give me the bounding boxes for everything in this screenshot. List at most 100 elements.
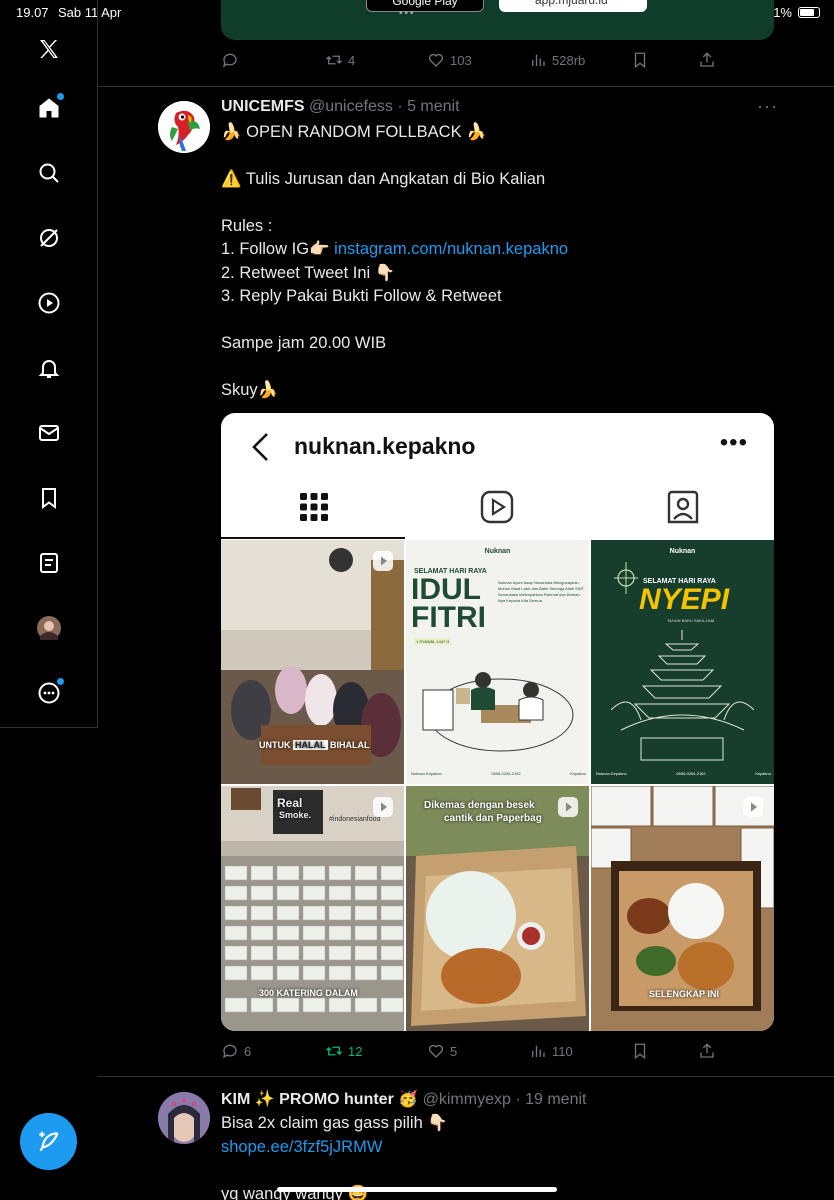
tweet-line-4-prefix: 1. Follow IG👉🏻 <box>221 240 335 258</box>
author-name[interactable]: UNICEMFS <box>221 98 305 115</box>
tweet-divider <box>98 86 834 87</box>
tile2-footer: Nuknan.Kepakno 0856-0254-2162 Kepakno <box>411 771 586 776</box>
reel-indicator-icon <box>373 797 393 817</box>
x-logo-icon[interactable] <box>36 36 62 62</box>
author-handle[interactable]: @unicefess <box>309 98 393 115</box>
tile1-caption-b: HALAL <box>293 740 328 750</box>
prev-like-button[interactable]: 103 <box>427 51 472 69</box>
ig-post-halal-bihalal[interactable]: UNTUK HALAL BIHALAL <box>221 540 404 784</box>
tweet-time[interactable]: · 5 menit <box>397 98 459 115</box>
lists-icon[interactable] <box>36 550 62 576</box>
ig-post-selengkap[interactable]: SELENGKAP INI <box>591 786 774 1031</box>
ig-post-nyepi[interactable]: Nuknan SELAMAT HARI RAYA NYEPI TAHUN BAR… <box>591 540 774 784</box>
tweet-divider <box>98 1076 834 1077</box>
compose-button[interactable] <box>20 1113 77 1170</box>
views-chart-icon <box>532 54 545 66</box>
reply-icon <box>222 1044 237 1059</box>
tile3-brand: Nuknan <box>669 548 696 555</box>
home-icon[interactable] <box>36 93 64 121</box>
retweet-button[interactable]: 12 <box>325 1042 362 1060</box>
tagged-icon <box>667 490 699 524</box>
home-notification-dot <box>57 93 64 100</box>
more-options-icon[interactable] <box>36 678 64 706</box>
bookmarks-icon[interactable] <box>36 485 62 511</box>
prev-like-count: 103 <box>450 52 472 68</box>
notifications-bell-icon[interactable] <box>36 355 62 381</box>
tweet2-line-1: Bisa 2x claim gas gass pilih 👇🏻 <box>221 1114 448 1132</box>
compose-feather-icon <box>38 1131 59 1151</box>
more-notification-dot <box>57 678 64 685</box>
app-link-badge[interactable]: app.mjuaru.id <box>499 0 647 12</box>
kim-avatar[interactable] <box>158 1092 210 1144</box>
reel-indicator-icon <box>373 551 393 571</box>
heart-icon <box>428 53 444 67</box>
bookmark-icon <box>634 52 646 69</box>
tweet-line-5: 2. Retweet Tweet Ini 👇🏻 <box>221 264 396 282</box>
tweet-line-6: 3. Reply Pakai Bukti Follow & Retweet <box>221 287 502 305</box>
ig-post-katering[interactable]: Real Smoke. #indonesianfood 300 KATERING… <box>221 786 404 1031</box>
reel-indicator-icon <box>558 797 578 817</box>
tweet-line-1: 🍌 OPEN RANDOM FOLLBACK 🍌 <box>221 123 487 141</box>
ig-post-idul-fitri[interactable]: Nuknan SELAMAT HARI RAYA IDUL FITRI 1 SY… <box>406 540 589 784</box>
view-count: 110 <box>552 1043 573 1059</box>
carousel-dots: ••• <box>399 8 416 19</box>
tile4-caption: 300 KATERING DALAM <box>259 988 358 998</box>
battery-icon <box>798 6 820 18</box>
tile3-footer-phone: 0856-0254-2162 <box>676 771 706 776</box>
prev-reply-button[interactable] <box>221 51 239 69</box>
bookmark-button[interactable] <box>631 1042 649 1060</box>
home-indicator[interactable] <box>277 1187 557 1192</box>
prev-bookmark-button[interactable] <box>631 51 649 69</box>
ig-header: nuknan.kepakno ••• <box>221 413 774 479</box>
share-icon <box>700 1043 714 1058</box>
prev-retweet-button[interactable]: 4 <box>325 51 355 69</box>
ig-more-icon: ••• <box>719 429 748 456</box>
instagram-link[interactable]: instagram.com/nuknan.kepakno <box>334 240 568 258</box>
tile3-footer-ig: Nuknan.Kepakno <box>596 771 627 776</box>
tweet-line-4: 1. Follow IG👉🏻 instagram.com/nuknan.kepa… <box>221 238 568 262</box>
tile2-footer-ig: Nuknan.Kepakno <box>411 771 442 776</box>
active-tab-underline <box>221 537 405 539</box>
search-icon[interactable] <box>36 160 62 186</box>
tweet-line-8: Skuy🍌 <box>221 381 279 399</box>
ig-post-besek[interactable]: Dikemas dengan besek cantik dan Paperbag <box>406 786 589 1031</box>
like-button[interactable]: 5 <box>427 1042 457 1060</box>
tile3-flower-ornament <box>614 562 638 594</box>
tweet2-author-name[interactable]: KIM ✨ PROMO hunter 🥳 <box>221 1091 418 1108</box>
previous-tweet-media[interactable]: Google Play ••• app.mjuaru.id <box>221 0 774 40</box>
like-count: 5 <box>450 1043 458 1059</box>
messages-envelope-icon[interactable] <box>36 420 62 446</box>
views-button[interactable]: 110 <box>529 1042 573 1060</box>
shopee-link[interactable]: shope.ee/3fzf5jJRMW <box>221 1136 382 1160</box>
tweet-header: UNICEMFS @unicefess · 5 menit <box>221 98 460 116</box>
tile3-footer-tiktok: Kepakno <box>755 771 771 776</box>
tile2-footer-phone: 0856-0254-2162 <box>491 771 521 776</box>
tile2-body: Nuknan Ayam Asap Nusantara Mengucapkan, … <box>498 580 584 603</box>
tile2-footer-tiktok: Kepakno <box>570 771 586 776</box>
tile5-caption-2: cantik dan Paperbag <box>444 813 542 824</box>
retweet-icon <box>326 55 342 65</box>
unicemfs-avatar[interactable] <box>158 101 210 153</box>
share-button[interactable] <box>698 1042 716 1060</box>
tweet-line-3: Rules : <box>221 217 273 235</box>
grok-icon[interactable] <box>36 225 62 251</box>
ig-username: nuknan.kepakno <box>294 433 476 459</box>
tweet-media-instagram-screenshot[interactable]: nuknan.kepakno ••• UNTUK HALAL BIHALAL N… <box>221 413 774 1031</box>
tweet2-author-handle[interactable]: @kimmyexp <box>423 1091 511 1108</box>
ig-post-grid: UNTUK HALAL BIHALAL Nuknan SELAMAT HARI … <box>221 540 774 1031</box>
profile-avatar-icon[interactable] <box>36 615 62 641</box>
google-play-badge[interactable]: Google Play <box>366 0 484 12</box>
prev-views-button[interactable]: 528rb <box>529 51 585 69</box>
video-icon[interactable] <box>36 290 62 316</box>
tweet-line-2: ⚠️ Tulis Jurusan dan Angkatan di Bio Kal… <box>221 170 546 188</box>
retweet-icon <box>326 1046 342 1056</box>
tweet-line-7: Sampe jam 20.00 WIB <box>221 334 387 352</box>
tweet2-time[interactable]: · 19 menit <box>515 1091 586 1108</box>
tile1-caption: UNTUK HALAL BIHALAL <box>259 740 370 750</box>
reels-icon <box>480 490 514 524</box>
tile2-illustration <box>422 672 574 752</box>
prev-share-button[interactable] <box>698 51 716 69</box>
views-chart-icon <box>532 1045 545 1057</box>
tweet-more-icon[interactable]: ··· <box>757 96 778 117</box>
reply-button[interactable]: 6 <box>221 1042 251 1060</box>
